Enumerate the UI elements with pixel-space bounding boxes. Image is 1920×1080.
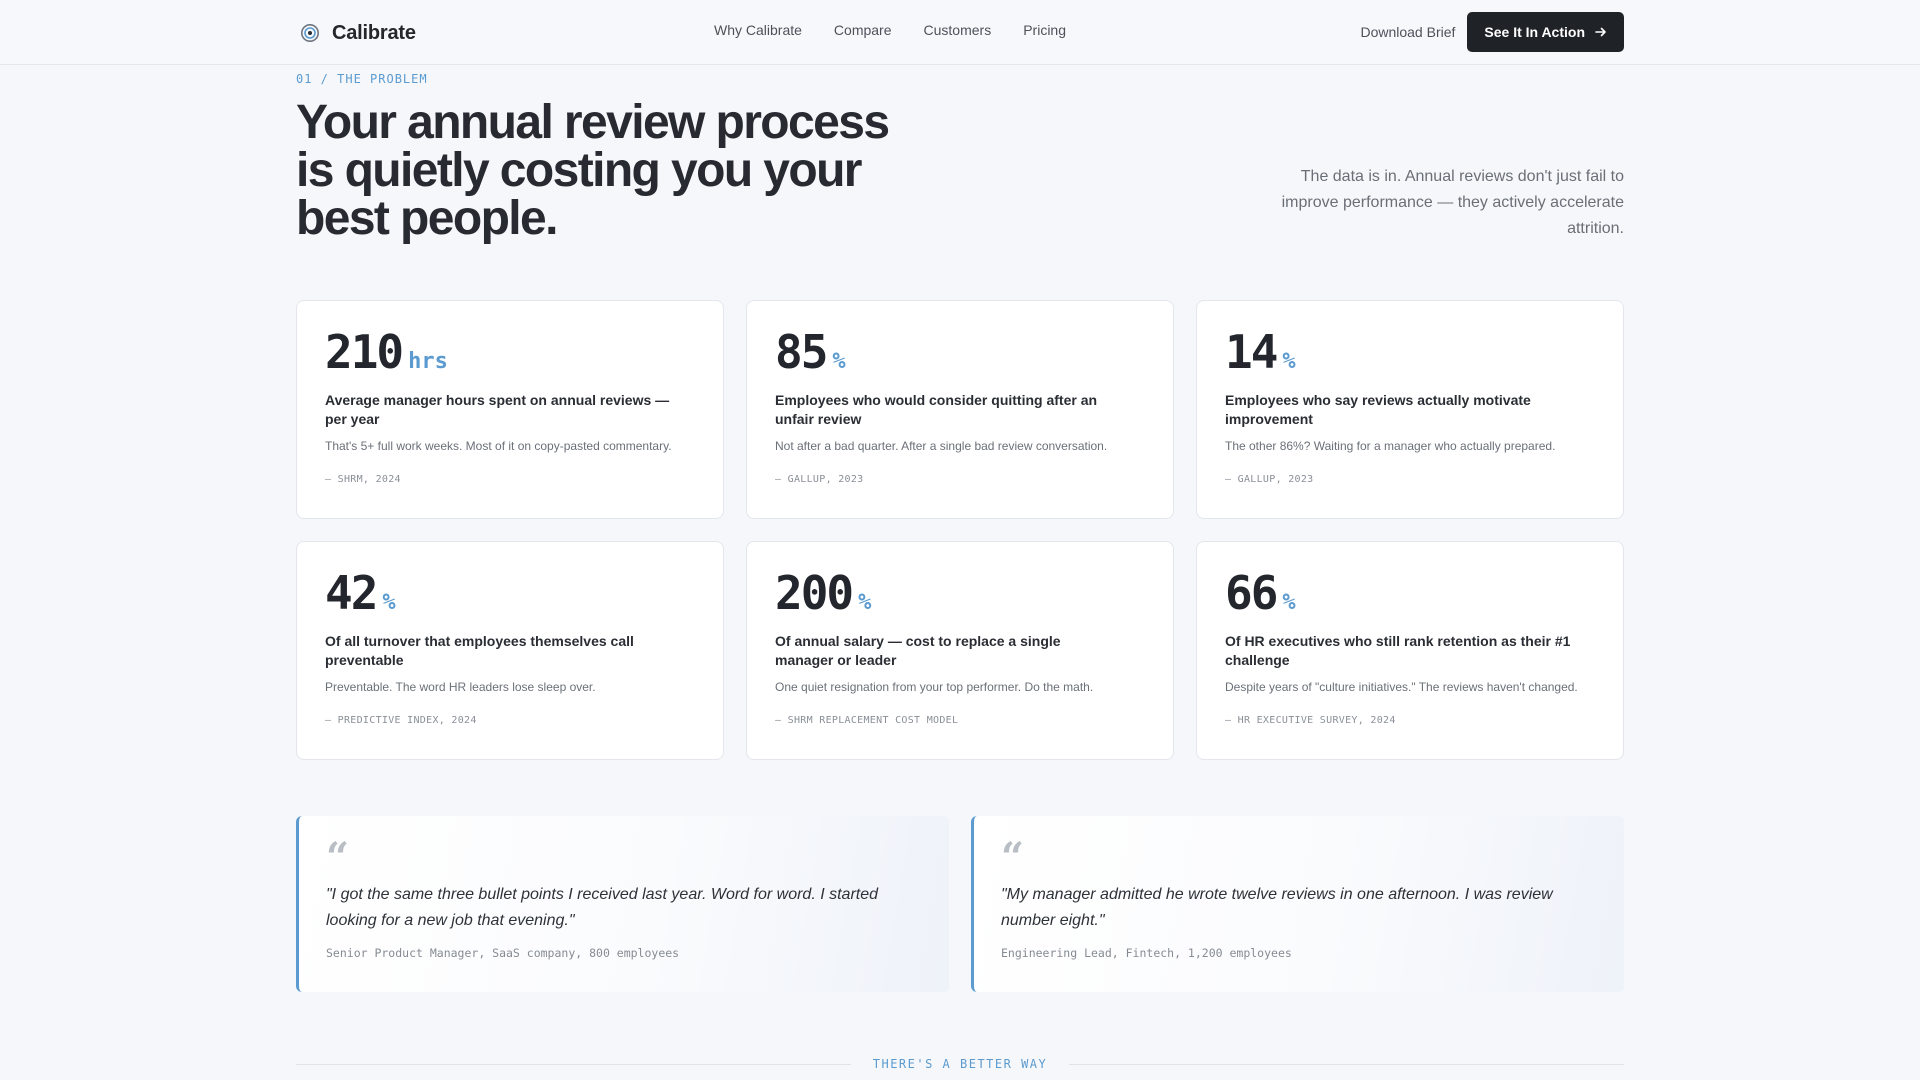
- brand-name: Calibrate: [332, 21, 416, 44]
- stat-title: Of annual salary — cost to replace a sin…: [775, 633, 1061, 668]
- stat-source: — GALLUP, 2023: [1225, 474, 1314, 485]
- divider-label: THERE'S A BETTER WAY: [872, 1057, 1048, 1071]
- arrow-right-icon: [1595, 27, 1606, 37]
- stat-title: Employees who say reviews actually motiv…: [1225, 392, 1531, 427]
- primary-nav: Why Calibrate Compare Customers Pricing: [714, 22, 1066, 42]
- stat-card: 200 % Of annual salary — cost to replace…: [746, 541, 1174, 760]
- stat-value: 42: [325, 566, 378, 620]
- quote-mark-icon: “: [326, 834, 350, 881]
- stat-description: Not after a bad quarter. After a single …: [775, 439, 1108, 453]
- section-eyebrow: 01 / THE PROBLEM: [296, 72, 428, 86]
- stat-card: 42 % Of all turnover that employees them…: [296, 541, 724, 760]
- stat-card: 14 % Employees who say reviews actually …: [1196, 300, 1624, 519]
- see-it-in-action-button[interactable]: See It In Action: [1467, 12, 1624, 52]
- page-headline: Your annual review process is quietly co…: [296, 96, 890, 245]
- stats-grid: 210 hrs Average manager hours spent on a…: [296, 300, 1624, 760]
- download-brief-link[interactable]: Download Brief: [1360, 24, 1455, 40]
- top-navigation-bar: Calibrate Why Calibrate Compare Customer…: [0, 0, 1920, 65]
- cta-label: See It In Action: [1484, 24, 1585, 40]
- stat-title: Average manager hours spent on annual re…: [325, 392, 670, 427]
- nav-link-compare[interactable]: Compare: [834, 22, 892, 42]
- stat-unit: %: [1282, 590, 1296, 615]
- stat-card: 210 hrs Average manager hours spent on a…: [296, 300, 724, 519]
- nav-link-customers[interactable]: Customers: [924, 22, 992, 42]
- stat-figure: 85 %: [775, 325, 1145, 379]
- quote-text: "My manager admitted he wrote twelve rev…: [1001, 886, 1553, 929]
- testimonial-card: “ "My manager admitted he wrote twelve r…: [971, 816, 1624, 992]
- stat-figure: 200 %: [775, 566, 1145, 620]
- stat-unit: hrs: [408, 349, 448, 374]
- divider-rule-right: [1069, 1063, 1624, 1065]
- hero-lede: The data is in. Annual reviews don't jus…: [1281, 168, 1624, 237]
- quote-mark-icon: “: [1001, 834, 1025, 881]
- stat-value: 66: [1225, 566, 1278, 620]
- stat-title: Of HR executives who still rank retentio…: [1225, 633, 1571, 668]
- section-divider: THERE'S A BETTER WAY: [296, 1054, 1624, 1074]
- quote-attribution: Senior Product Manager, SaaS company, 80…: [326, 946, 680, 960]
- stat-source: — SHRM REPLACEMENT COST MODEL: [775, 715, 959, 726]
- stat-description: The other 86%? Waiting for a manager who…: [1225, 439, 1556, 453]
- stat-source: — PREDICTIVE INDEX, 2024: [325, 715, 477, 726]
- testimonial-quotes: “ "I got the same three bullet points I …: [296, 816, 1624, 992]
- stat-description: Despite years of "culture initiatives." …: [1225, 680, 1578, 694]
- stat-description: Preventable. The word HR leaders lose sl…: [325, 680, 596, 694]
- stat-title: Employees who would consider quitting af…: [775, 392, 1098, 427]
- stat-figure: 14 %: [1225, 325, 1595, 379]
- nav-link-pricing[interactable]: Pricing: [1023, 22, 1066, 42]
- stat-value: 14: [1225, 325, 1278, 379]
- stat-description: That's 5+ full work weeks. Most of it on…: [325, 439, 672, 453]
- header-actions: Download Brief See It In Action: [1360, 12, 1624, 52]
- stat-figure: 42 %: [325, 566, 695, 620]
- brand-logo-link[interactable]: Calibrate: [300, 19, 416, 47]
- stat-card: 85 % Employees who would consider quitti…: [746, 300, 1174, 519]
- stat-figure: 210 hrs: [325, 325, 695, 379]
- quote-attribution: Engineering Lead, Fintech, 1,200 employe…: [1001, 946, 1292, 960]
- stat-card: 66 % Of HR executives who still rank ret…: [1196, 541, 1624, 760]
- nav-link-why-calibrate[interactable]: Why Calibrate: [714, 22, 802, 42]
- stat-figure: 66 %: [1225, 566, 1595, 620]
- stat-title: Of all turnover that employees themselve…: [325, 633, 634, 668]
- stat-unit: %: [1282, 349, 1296, 374]
- divider-rule-left: [296, 1063, 851, 1065]
- testimonial-card: “ "I got the same three bullet points I …: [296, 816, 949, 992]
- stat-source: — HR EXECUTIVE SURVEY, 2024: [1225, 715, 1396, 726]
- stat-value: 85: [775, 325, 828, 379]
- stat-description: One quiet resignation from your top perf…: [775, 680, 1094, 694]
- stat-value: 210: [325, 325, 404, 379]
- stat-unit: %: [858, 590, 872, 615]
- stat-value: 200: [775, 566, 854, 620]
- stat-unit: %: [832, 349, 846, 374]
- quote-text: "I got the same three bullet points I re…: [326, 886, 879, 929]
- stat-source: — GALLUP, 2023: [775, 474, 864, 485]
- calibrate-logo-icon: [301, 24, 319, 42]
- stat-unit: %: [382, 590, 396, 615]
- stat-source: — SHRM, 2024: [325, 474, 401, 485]
